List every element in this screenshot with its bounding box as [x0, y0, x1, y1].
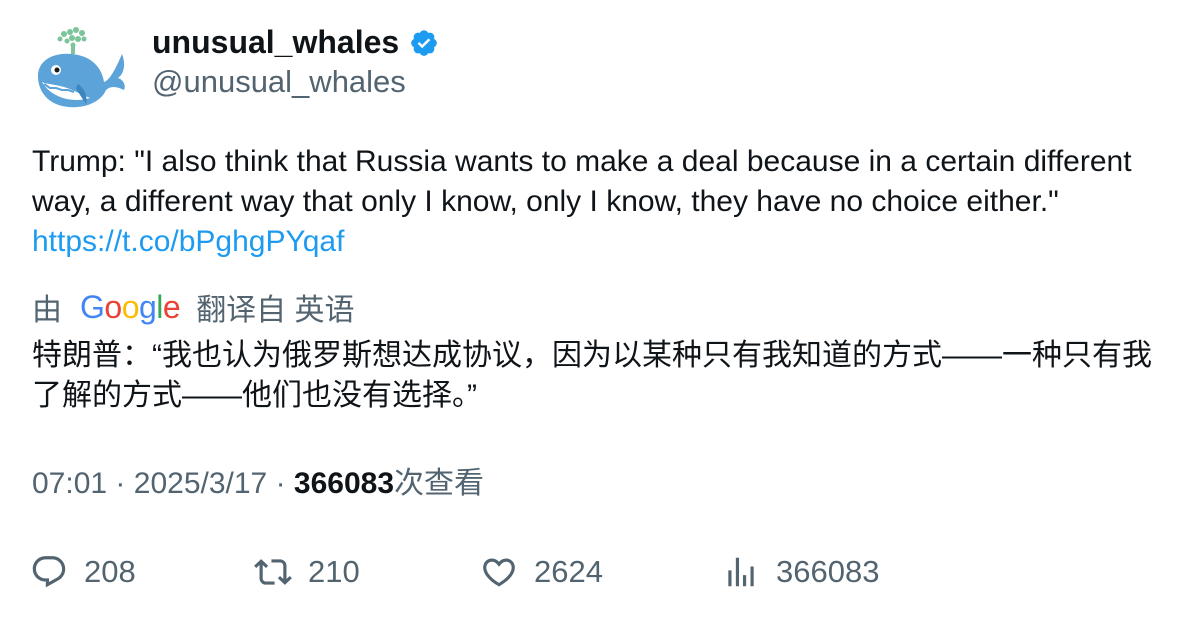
views-label: 次查看	[394, 467, 485, 500]
tweet-meta: 07:01 · 2025/3/17 · 366083次查看	[32, 464, 484, 504]
tweet-link[interactable]: https://t.co/bPghgPYqaf	[32, 225, 344, 258]
views-button[interactable]: 366083	[722, 550, 879, 594]
author-display-name[interactable]: unusual_whales	[152, 22, 439, 62]
retweet-button[interactable]: 210	[254, 550, 360, 594]
tweet-date[interactable]: 2025/3/17	[134, 467, 267, 500]
meta-separator: ·	[275, 467, 286, 500]
views-count: 366083	[293, 467, 395, 500]
translation-attribution: 由 Google 翻译自 英语	[32, 286, 355, 328]
translation-suffix: 翻译自 英语	[196, 294, 355, 327]
tweet-text: Trump: "I also think that Russia wants t…	[32, 142, 1172, 262]
reply-icon	[32, 556, 66, 588]
meta-separator: ·	[115, 467, 126, 500]
google-logo: Google	[80, 289, 181, 325]
like-button[interactable]: 2624	[480, 550, 603, 594]
analytics-icon	[728, 557, 754, 587]
heart-icon	[483, 558, 515, 587]
like-count: 2624	[534, 554, 603, 589]
retweet-icon	[254, 559, 292, 585]
verified-badge-icon	[409, 27, 439, 57]
retweet-count: 210	[308, 554, 360, 589]
tweet-time[interactable]: 07:01	[32, 467, 107, 500]
views-action-count: 366083	[776, 554, 880, 589]
author-name-text: unusual_whales	[152, 24, 400, 60]
translated-text: 特朗普：“我也认为俄罗斯想达成协议，因为以某种只有我知道的方式——一种只有我了解…	[32, 339, 1152, 412]
reply-button[interactable]: 208	[30, 550, 136, 594]
reply-count: 208	[84, 554, 136, 589]
translation-prefix: 由	[32, 294, 62, 327]
avatar[interactable]	[30, 24, 128, 114]
action-bar: 208 210 2624 366083	[30, 550, 1170, 594]
author-handle[interactable]: @unusual_whales	[152, 62, 406, 102]
tweet-body: Trump: "I also think that Russia wants t…	[32, 145, 1132, 218]
whale-avatar-icon	[38, 27, 125, 108]
